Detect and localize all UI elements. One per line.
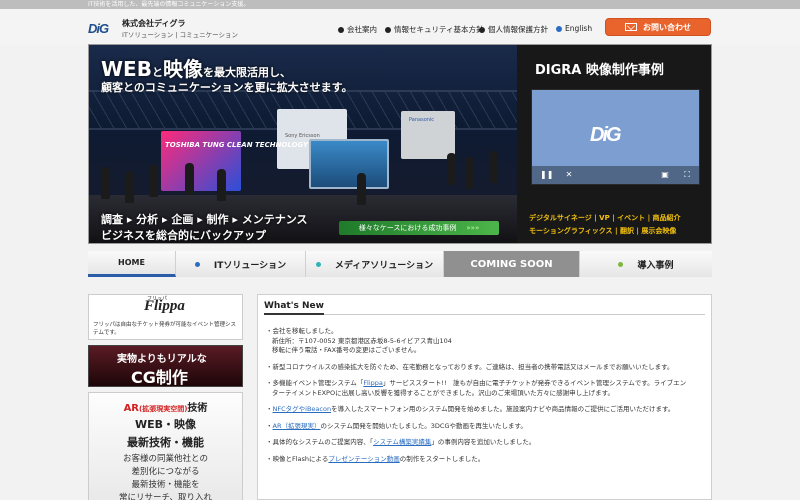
- bullet-icon: [338, 26, 344, 33]
- tab-media-solutions[interactable]: メディアソリューション: [306, 251, 444, 277]
- success-cases-button[interactable]: 様々なケースにおける成功事例 »»»: [339, 221, 499, 235]
- flippa-logo: Flippa: [141, 298, 189, 314]
- tab-label: HOME: [118, 258, 145, 267]
- cg-production-banner[interactable]: 実物よりもリアルな CG制作: [88, 345, 243, 387]
- video-controls: ❚❚ ✕ ▣ ⛶: [532, 166, 699, 184]
- pause-icon[interactable]: ❚❚: [540, 170, 553, 180]
- divider: [264, 313, 705, 315]
- booth-screen: [309, 139, 389, 189]
- booth-toshiba: TOSHIBA TUNG CLEAN TECHNOLOGY: [161, 131, 308, 191]
- list-item: ・NFCタグやiBeaconを導入したスマートフォン用のシステム開発を始めました…: [266, 405, 675, 413]
- mail-icon: [625, 23, 637, 31]
- system-cases-link[interactable]: システム構築実績集: [373, 438, 431, 446]
- hero-tagline-process: 調査 ▸ 分析 ▸ 企画 ▸ 制作 ▸ メンテナンス: [101, 213, 308, 226]
- tab-label: メディアソリューション: [334, 260, 434, 271]
- bullet-icon: [315, 261, 321, 267]
- visitor: [217, 169, 226, 201]
- top-banner: IT技術を活用した、最先端の情報コミュニケーション支援。: [0, 0, 800, 9]
- ar-technology-banner[interactable]: AR(拡張現実空間)技術 WEB・映像 最新技術・機能 お客様の同業他社との 差…: [88, 392, 243, 500]
- company-subtitle: ITソリューション | コミュニケーション: [122, 31, 238, 39]
- header-link-label: 会社案内: [347, 25, 377, 34]
- tab-label: COMING SOON: [470, 258, 553, 270]
- nfc-ibeacon-link[interactable]: NFCタグやiBeacon: [273, 405, 332, 413]
- company-name[interactable]: 株式会社ディグラ: [122, 18, 185, 29]
- list-item: ・多機能イベント管理システム「Flippa」サービススタート!! 誰もが自由に電…: [266, 379, 687, 397]
- header-link-privacy-policy[interactable]: 個人情報保護方針: [479, 24, 548, 35]
- hero-exhibition-image[interactable]: Sony Ericsson TOSHIBA TUNG CLEAN TECHNOL…: [89, 45, 517, 243]
- hero-tagline-support: ビジネスを総合的にバックアップ: [101, 229, 266, 242]
- main-navigation: HOME ITソリューション メディアソリューション COMING SOON 導…: [88, 251, 712, 277]
- visitor: [125, 171, 134, 203]
- tab-label: 導入事例: [637, 260, 674, 271]
- tab-it-solutions[interactable]: ITソリューション: [176, 251, 306, 277]
- double-arrow-icon: »»»: [466, 224, 480, 232]
- list-item: ・会社を移転しました。 新住所：〒107-0052 東京都港区赤坂8-5-6イビ…: [266, 327, 452, 354]
- header-link-label: 情報セキュリティ基本方針: [394, 25, 484, 34]
- visitor: [357, 173, 366, 205]
- ar-banner-body: お客様の同業他社との 差別化につながる 最新技術・機能を 常にリサーチ、取り入れ: [119, 454, 212, 500]
- video-showcase-title: DIGRA 映像制作事例: [535, 63, 664, 78]
- list-item: ・新型コロナウイルスの感染拡大を防ぐため、在宅勤務となっております。ご連絡は、担…: [266, 362, 674, 371]
- fullscreen-icon[interactable]: ⛶: [682, 170, 692, 180]
- ar-banner-line: WEB・映像: [134, 418, 197, 431]
- top-banner-text: IT技術を活用した、最先端の情報コミュニケーション支援。: [88, 1, 250, 8]
- video-tags-line2: モーショングラフィックス | 翻訳 | 展示会映像: [529, 227, 677, 235]
- booth-sign: Panasonic: [409, 117, 435, 123]
- whats-new-panel: What's New ・会社を移転しました。 新住所：〒107-0052 東京都…: [257, 294, 712, 500]
- ar-link[interactable]: AR（拡張現実）: [273, 422, 321, 430]
- bullet-icon: [194, 261, 200, 267]
- bullet-icon: [479, 26, 485, 33]
- ar-banner-line: 最新技術・機能: [127, 436, 204, 449]
- flippa-banner[interactable]: フリッパ Flippa フリッパは自由なチケット発券が可能なイベント管理システム…: [88, 294, 243, 340]
- bullet-icon: [385, 26, 391, 33]
- tab-coming-soon[interactable]: COMING SOON: [444, 251, 580, 277]
- sidebar: フリッパ Flippa フリッパは自由なチケット発券が可能なイベント管理システム…: [88, 294, 243, 500]
- tab-case-studies[interactable]: 導入事例: [580, 251, 712, 277]
- header-link-label: English: [565, 24, 593, 33]
- visitor: [489, 151, 498, 183]
- visitor: [465, 157, 474, 189]
- visitor: [447, 153, 456, 185]
- visitor: [149, 165, 158, 197]
- site-header: DiG 株式会社ディグラ ITソリューション | コミュニケーション 会社案内 …: [0, 9, 800, 45]
- video-showcase: DIGRA 映像制作事例 DiG ❚❚ ✕ ▣ ⛶ デジタルサイネージ | VP…: [517, 45, 711, 243]
- video-player[interactable]: DiG ❚❚ ✕ ▣ ⛶: [531, 89, 700, 185]
- hero-banner: Sony Ericsson TOSHIBA TUNG CLEAN TECHNOL…: [88, 44, 712, 244]
- list-item: ・AR（拡張現実）のシステム開発を開始いたしました。3DCGや動画を再生いたしま…: [266, 421, 527, 430]
- tab-home[interactable]: HOME: [88, 251, 176, 277]
- video-logo: DiG: [590, 124, 622, 146]
- presentation-video-link[interactable]: プレゼンテーション動画: [328, 455, 399, 463]
- video-tags-line1: デジタルサイネージ | VP | イベント | 商品紹介: [529, 214, 681, 222]
- whats-new-title: What's New: [264, 301, 324, 311]
- visitor: [185, 163, 194, 195]
- picture-in-picture-icon[interactable]: ▣: [660, 170, 670, 180]
- list-item: ・具体的なシステムのご提案内容、「システム構築実績集」の事例内容を追加いたしまし…: [266, 438, 536, 446]
- news-list: ・会社を移転しました。 新住所：〒107-0052 東京都港区赤坂8-5-6イビ…: [266, 327, 706, 471]
- cg-banner-subtitle: 実物よりもリアルな: [117, 354, 207, 365]
- contact-button[interactable]: お問い合わせ: [605, 18, 711, 36]
- success-cases-label: 様々なケースにおける成功事例: [358, 224, 457, 232]
- hero-headline: WEBと映像を最大限活用し、: [101, 57, 291, 81]
- header-link-label: 個人情報保護方針: [488, 25, 548, 34]
- hero-subheadline: 顧客とのコミュニケーションを更に拡大させます。: [101, 81, 353, 94]
- header-link-company[interactable]: 会社案内: [338, 24, 377, 35]
- mute-icon[interactable]: ✕: [564, 170, 574, 180]
- booth-panasonic: Panasonic: [401, 111, 455, 159]
- header-link-english[interactable]: English: [556, 24, 592, 33]
- globe-icon: [556, 25, 562, 32]
- contact-button-label: お問い合わせ: [643, 22, 691, 32]
- header-link-security-policy[interactable]: 情報セキュリティ基本方針: [385, 24, 484, 35]
- visitor: [101, 167, 110, 199]
- booth-sign: TOSHIBA TUNG CLEAN TECHNOLOGY: [165, 141, 309, 149]
- flippa-link[interactable]: Flippa: [363, 379, 383, 387]
- cg-banner-title: CG制作: [131, 368, 188, 387]
- bullet-icon: [618, 261, 624, 267]
- company-logo[interactable]: DiG: [88, 21, 109, 36]
- tab-label: ITソリューション: [213, 260, 287, 271]
- list-item: ・映像とFlashによるプレゼンテーション動画の制作をスタートしました。: [266, 454, 485, 463]
- ar-banner-title: AR(拡張現実空間)技術: [123, 403, 208, 414]
- flippa-description: フリッパは自由なチケット発券が可能なイベント管理システムです。: [93, 322, 237, 336]
